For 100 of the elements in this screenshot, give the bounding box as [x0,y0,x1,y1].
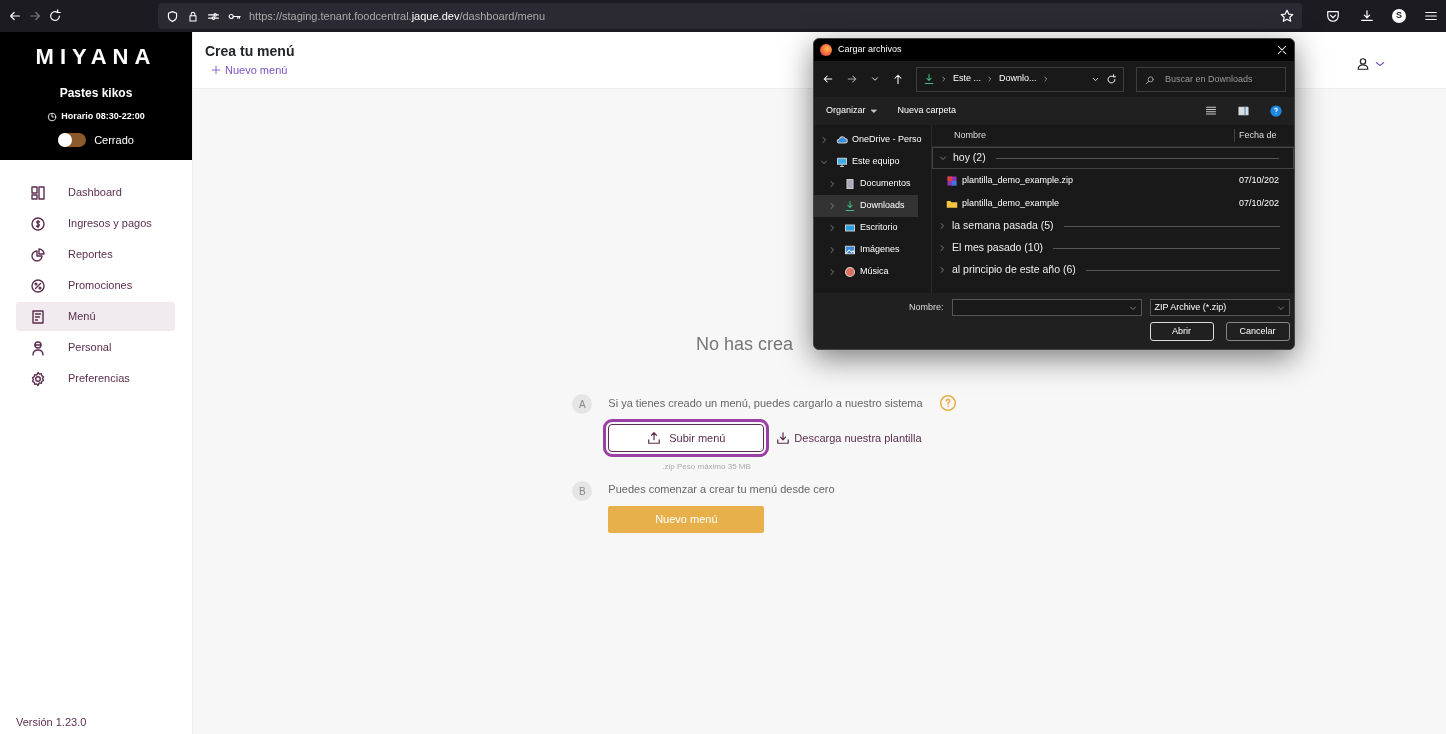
menu-icon[interactable] [1424,9,1438,23]
download-icon[interactable] [1360,9,1374,23]
download-template-link[interactable]: Descarga nuestra plantilla [776,429,922,447]
file-name[interactable]: plantilla_demo_example [962,196,1235,211]
forward-icon[interactable] [846,73,858,85]
chevron-right-icon [941,75,947,83]
chevron-right-icon [828,224,836,232]
document-icon [844,178,856,190]
plus-icon [211,65,221,76]
refresh-icon[interactable] [1106,73,1117,85]
sidebar-item[interactable]: Promociones [16,271,175,300]
chevron-down-icon [1128,303,1137,312]
monitor-icon [844,222,856,234]
star-icon[interactable] [1280,9,1294,23]
open-button[interactable]: Abrir [1149,322,1214,341]
dashboard-icon [30,184,46,201]
computer-icon [836,156,848,168]
breadcrumb-item[interactable]: Este ... [953,72,981,86]
sidebar-item[interactable]: Dashboard [16,178,175,207]
status-label: Cerrado [94,132,134,148]
pocket-icon[interactable] [1326,9,1340,23]
sidebar-item[interactable]: Preferencias [16,364,175,393]
pie-chart-icon [30,246,46,263]
chevron-right-icon [1042,75,1049,83]
person-icon [30,339,46,356]
clock-icon [47,111,58,122]
navigation-item[interactable]: OneDrive - Perso [814,129,928,151]
version-text: Versión 1.23.0 [15,714,88,730]
filename-label: Nombre: [909,300,944,314]
navigation-item[interactable]: Este equipo [814,151,918,173]
chevron-down-icon[interactable] [870,74,880,84]
filename-field[interactable] [951,299,1142,316]
image-icon [844,244,856,256]
navigation-item[interactable]: Escritorio [814,217,918,239]
sidebar-item[interactable]: Reportes [16,240,175,269]
document-icon [30,308,46,325]
step-text: Puedes comenzar a crear tu menú desde cero [608,482,835,497]
preview-pane-icon[interactable] [1237,105,1250,117]
search-field[interactable]: Buscar en Downloads [1136,66,1286,92]
search-icon [1145,74,1155,85]
breadcrumb-item[interactable]: Downlo... [999,72,1037,86]
file-date: 07/10/202 [1239,173,1280,187]
reload-icon[interactable] [48,9,62,23]
chevron-right-icon [828,202,836,210]
dollar-coin-icon [30,215,46,232]
list-view-icon[interactable] [1205,105,1217,117]
up-icon[interactable] [892,73,904,85]
group-header[interactable]: al principio de este año (6) [932,259,1294,281]
file-type-select[interactable]: ZIP Archive (*.zip) [1149,299,1290,316]
chevron-right-icon [820,136,828,144]
download-icon [923,73,935,85]
brand-logo: MIYANA [35,46,157,68]
column-header[interactable]: Nombre [954,128,1234,143]
download-icon [844,200,856,212]
settings-icon [30,370,46,387]
upload-icon [647,431,662,445]
organize-menu[interactable]: Organizar [826,104,878,118]
forward-icon[interactable] [28,9,42,23]
close-icon[interactable] [1276,44,1288,56]
chevron-down-icon [1276,303,1285,312]
file-name[interactable]: plantilla_demo_example.zip [962,173,1235,188]
address-bar[interactable]: https://staging.tenant.foodcentral.jaque.dev/dashboard/menu [158,3,1302,29]
back-icon[interactable] [822,73,834,85]
page-title: Crea tu menú [205,44,295,58]
download-icon [776,431,791,445]
group-header[interactable]: hoy (2) [932,147,1294,169]
status-toggle[interactable] [58,132,87,147]
group-header[interactable]: la semana pasada (5) [932,215,1294,237]
sidebar-item[interactable]: Ingresos y pagos [16,209,175,238]
navigation-item[interactable]: Música [814,261,918,283]
chevron-right-icon [828,180,836,188]
group-header[interactable]: El mes pasado (10) [932,237,1294,259]
shield-icon [166,9,179,23]
chevron-down-icon [939,154,947,162]
sidebar-item[interactable]: Menú [16,302,175,331]
archive-icon [946,174,958,187]
navigation-item[interactable]: Downloads [814,195,918,217]
new-menu-link[interactable]: Nuevo menú [211,62,295,79]
cloud-icon [836,134,848,146]
navigation-item[interactable]: Imágenes [814,239,918,261]
chevron-right-icon [938,222,946,230]
cancel-button[interactable]: Cancelar [1225,322,1290,341]
caret-icon [869,107,878,115]
profile-avatar[interactable]: S [1392,9,1406,23]
percent-icon [30,277,46,294]
sidebar-item[interactable]: Personal [16,333,175,362]
user-icon[interactable] [1356,57,1370,71]
help-icon[interactable] [1270,105,1282,117]
back-icon[interactable] [8,9,22,23]
column-header[interactable]: Fecha de [1234,128,1277,143]
navigation-item[interactable]: Documentos [814,173,918,195]
chevron-right-icon [938,244,946,252]
url-text: https://staging.tenant.foodcentral.jaque.dev/dashboard/menu [249,8,545,24]
step-letter: A [572,394,593,414]
chevron-right-icon [987,75,993,83]
breadcrumb-bar[interactable]: Este ... Downlo... [916,66,1124,92]
step-text: Si ya tienes creado un menú, puedes cargarlo a nuestro sistema [608,395,923,411]
chevron-right-icon [938,266,946,274]
new-folder-button[interactable]: Nueva carpeta [897,104,957,118]
empty-heading: No has crea [695,333,794,356]
